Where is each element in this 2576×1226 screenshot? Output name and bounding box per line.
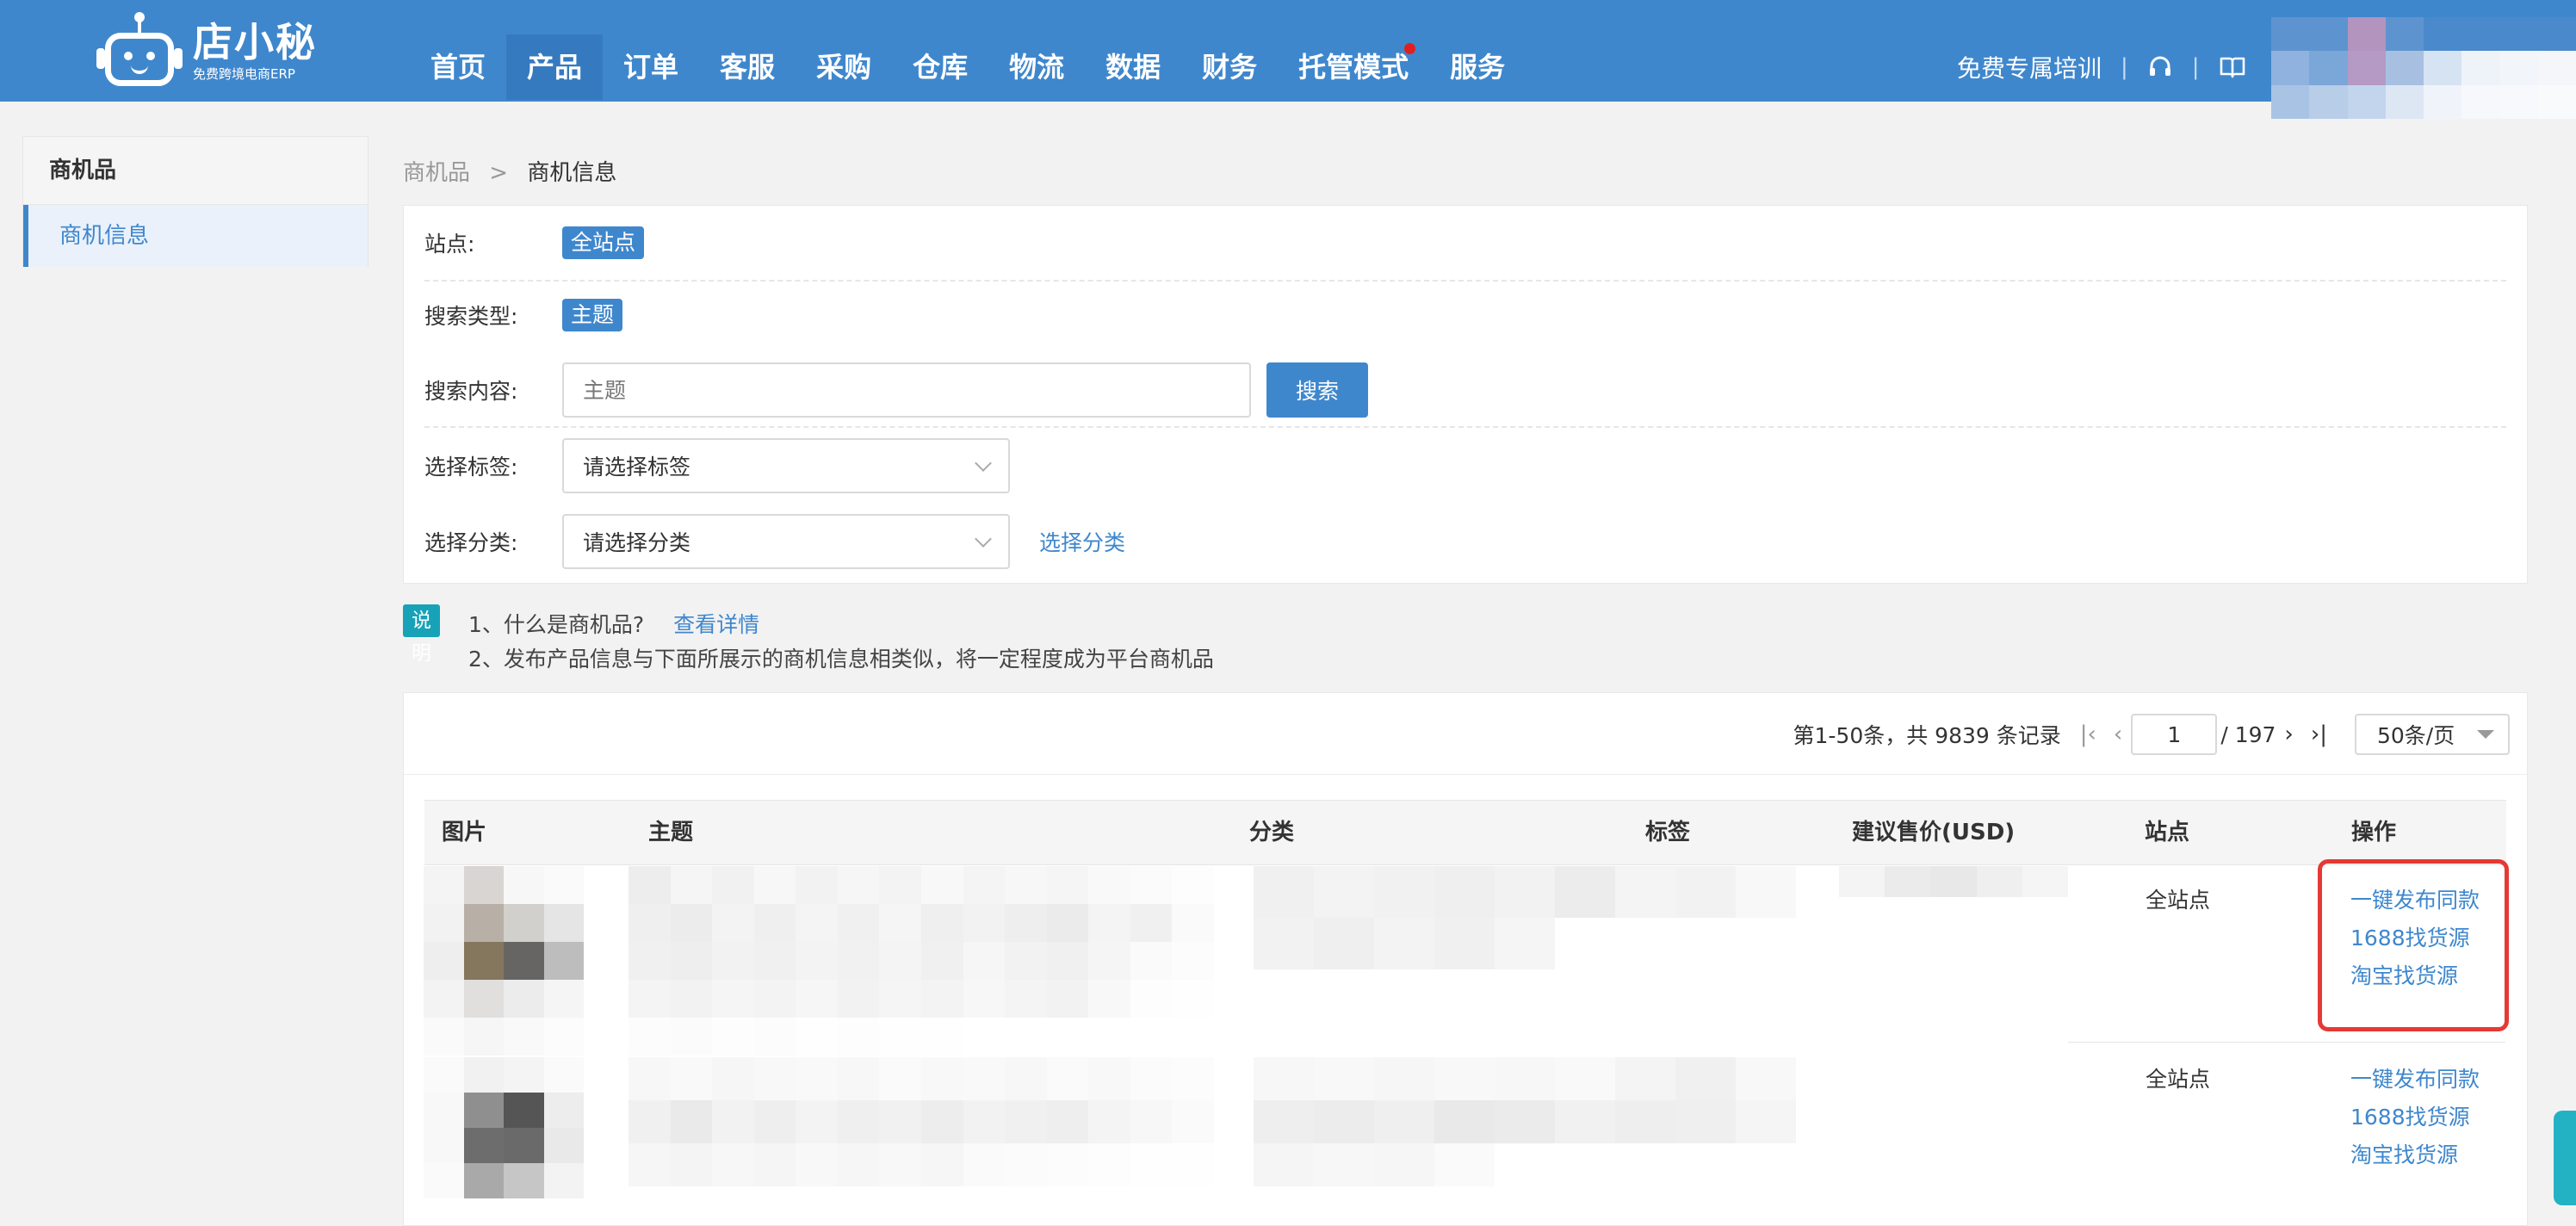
main-nav: 首页 产品 订单 客服 采购 仓库 物流 数据 财务 托管模式 服务 [410, 34, 1526, 100]
filter-row-search-type: 搜索类型: 主题 [424, 299, 623, 331]
divider [424, 280, 2506, 282]
pagination-summary: 第1-50条，共 9839 条记录 [1793, 723, 2061, 748]
search-content-label: 搜索内容: [424, 379, 518, 404]
row-divider [2068, 1042, 2505, 1043]
divider [424, 426, 2506, 428]
chevron-down-icon [975, 455, 992, 472]
col-category: 分类 [1249, 820, 1295, 845]
top-navbar: 店小秘 免费跨境电商ERP 首页 产品 订单 客服 采购 仓库 物流 数据 财务… [0, 0, 2576, 119]
site-label: 站点: [424, 232, 475, 257]
caret-down-icon [2477, 730, 2494, 739]
notification-dot [1404, 43, 1416, 54]
book-icon[interactable] [2219, 55, 2246, 79]
tag-select[interactable]: 请选择标签 [562, 438, 1010, 493]
robot-logo-icon [96, 12, 183, 90]
total-pages: / 197 [2220, 721, 2276, 747]
note-line-1-text: 1、什么是商机品? [468, 612, 645, 637]
filter-panel: 站点: 全站点 搜索类型: 主题 搜索内容: 搜索 选择标签: 请选择标签 选择… [403, 205, 2528, 584]
col-tags: 标签 [1645, 820, 1691, 845]
next-page-icon[interactable]: › [2284, 721, 2293, 747]
nav-customer-service[interactable]: 客服 [699, 34, 796, 100]
filter-row-site: 站点: 全站点 [424, 226, 645, 259]
category-text-blurred [1254, 1057, 1796, 1186]
choose-category-link[interactable]: 选择分类 [1039, 526, 1125, 557]
nav-finance[interactable]: 财务 [1181, 34, 1278, 100]
subject-text-blurred [629, 866, 1214, 1056]
tag-label: 选择标签: [424, 455, 518, 480]
category-text-blurred [1254, 866, 1796, 969]
tag-select-value: 请选择标签 [583, 455, 691, 480]
row-2-find-1688-source-button[interactable]: 1688找货源 [2350, 1100, 2470, 1131]
col-site: 站点 [2145, 820, 2190, 845]
nav-home[interactable]: 首页 [410, 34, 506, 100]
site-option-all[interactable]: 全站点 [562, 226, 645, 259]
nav-logistics[interactable]: 物流 [988, 34, 1085, 100]
brand-logo[interactable]: 店小秘 免费跨境电商ERP [96, 12, 317, 90]
category-select[interactable]: 请选择分类 [562, 514, 1010, 569]
brand-name: 店小秘 [193, 19, 317, 65]
headset-icon[interactable] [2147, 54, 2173, 80]
nav-hosted-mode-label: 托管模式 [1298, 51, 1409, 84]
col-price: 建议售价(USD) [1852, 820, 2016, 845]
last-page-icon[interactable]: ›| [2311, 721, 2327, 747]
product-image-blurred[interactable] [424, 1057, 584, 1198]
filter-row-category: 选择分类: 请选择分类 选择分类 [424, 514, 1125, 569]
first-page-icon[interactable]: |‹ [2080, 721, 2096, 747]
nav-hosted-mode[interactable]: 托管模式 [1278, 34, 1429, 100]
nav-data[interactable]: 数据 [1085, 34, 1181, 100]
col-image: 图片 [442, 820, 487, 845]
nav-services[interactable]: 服务 [1429, 34, 1526, 100]
user-avatar-blurred[interactable] [2271, 17, 2576, 119]
note-line-2: 2、发布产品信息与下面所展示的商机信息相类似，将一定程度成为平台商机品 [468, 647, 1214, 672]
top-right-tools: 免费专属培训 | | [1957, 48, 2246, 86]
search-button[interactable]: 搜索 [1266, 362, 1368, 418]
breadcrumb-parent[interactable]: 商机品 [403, 160, 470, 186]
nav-purchasing[interactable]: 采购 [796, 34, 892, 100]
sidebar: 商机品 商机信息 [22, 136, 368, 267]
divider: | [2121, 54, 2128, 80]
per-page-select[interactable]: 50条/页 [2355, 714, 2510, 755]
row-2-publish-same-button[interactable]: 一键发布同款 [2350, 1062, 2480, 1093]
pagination: 第1-50条，共 9839 条记录 |‹ ‹ / 197 › ›| 50条/页 [1793, 714, 2510, 755]
subject-text-blurred [629, 1057, 1214, 1186]
product-image-blurred[interactable] [424, 866, 584, 1056]
note-badge: 说明 [403, 604, 440, 665]
breadcrumb-separator: > [489, 160, 509, 186]
search-type-option-subject[interactable]: 主题 [562, 299, 623, 331]
view-details-link[interactable]: 查看详情 [673, 612, 759, 637]
floating-help-tab[interactable] [2554, 1111, 2576, 1205]
chevron-down-icon [975, 530, 992, 548]
search-input[interactable] [562, 362, 1251, 418]
brand-slogan: 免费跨境电商ERP [193, 66, 295, 82]
note-line-1: 1、什么是商机品? 查看详情 [468, 608, 759, 639]
sidebar-item-opportunity-info[interactable]: 商机信息 [23, 205, 368, 267]
col-subject: 主题 [648, 820, 694, 845]
page-number-input[interactable] [2131, 714, 2218, 755]
prev-page-icon[interactable]: ‹ [2114, 721, 2122, 747]
nav-orders[interactable]: 订单 [603, 34, 699, 100]
filter-row-search-content: 搜索内容: 搜索 [424, 362, 1368, 418]
table-header: 图片 主题 分类 标签 建议售价(USD) 站点 操作 [424, 800, 2506, 865]
col-actions: 操作 [2351, 820, 2397, 845]
nav-products[interactable]: 产品 [506, 34, 604, 100]
row-1-site: 全站点 [2146, 888, 2211, 913]
row-2-find-taobao-source-button[interactable]: 淘宝找货源 [2350, 1138, 2458, 1169]
category-select-value: 请选择分类 [583, 530, 691, 555]
nav-warehouse[interactable]: 仓库 [892, 34, 988, 100]
actions-highlight-box [2318, 859, 2509, 1031]
free-training-link[interactable]: 免费专属培训 [1957, 50, 2102, 84]
sidebar-title[interactable]: 商机品 [23, 137, 368, 205]
divider: | [2191, 54, 2200, 80]
price-text-blurred [1839, 866, 2068, 897]
row-2-site: 全站点 [2146, 1067, 2211, 1092]
breadcrumb: 商机品 > 商机信息 [403, 155, 616, 187]
per-page-value: 50条/页 [2377, 723, 2455, 748]
search-type-label: 搜索类型: [424, 304, 518, 329]
category-label: 选择分类: [424, 530, 518, 555]
breadcrumb-current: 商机信息 [527, 160, 617, 186]
divider [404, 774, 2527, 775]
filter-row-tag: 选择标签: 请选择标签 [424, 438, 1010, 493]
